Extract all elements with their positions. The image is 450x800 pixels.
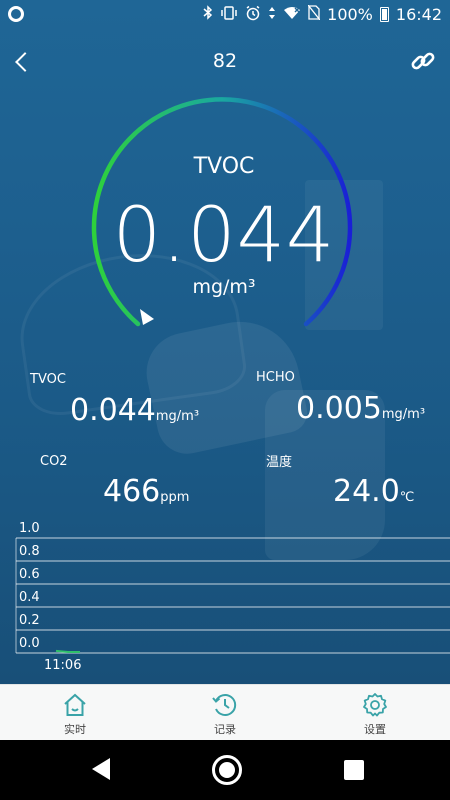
y-tick-label: 0.4 — [19, 590, 40, 605]
app-screen: 100% 16:42 82 TVOC 0.044 mg/m³ TVOC 0.04… — [0, 0, 450, 684]
tab-settings-label: 设置 — [364, 722, 386, 736]
header: 82 — [0, 40, 450, 84]
temperature-label: 温度 — [266, 455, 293, 470]
tab-settings[interactable]: 设置 — [300, 685, 450, 740]
clock: 16:42 — [395, 4, 442, 24]
gauge-label: TVOC — [193, 154, 255, 179]
chart-series-line — [55, 649, 80, 653]
camera-notification-icon — [8, 6, 24, 22]
y-tick-label: 0.8 — [19, 544, 40, 559]
co2-unit: ppm — [160, 490, 190, 505]
tvoc-value: 0.044 — [70, 393, 156, 428]
battery-percent: 100% — [327, 4, 373, 24]
temperature-value: 24.0 — [333, 474, 400, 509]
history-chart: 1.0 0.8 0.6 0.4 0.2 0.0 11:06 — [0, 520, 450, 680]
history-clock-icon — [212, 693, 237, 716]
vibrate-icon — [220, 5, 238, 23]
link-button[interactable] — [406, 44, 440, 78]
gear-icon — [363, 692, 387, 716]
tab-history-label: 记录 — [214, 722, 236, 736]
co2-reading: 466ppm — [103, 474, 189, 509]
system-nav-bar — [0, 740, 450, 800]
temperature-unit: ℃ — [399, 490, 415, 505]
battery-charging-icon — [379, 6, 389, 22]
y-tick-label: 0.6 — [19, 567, 40, 582]
y-tick-label: 1.0 — [19, 521, 40, 536]
y-tick-label: 0.0 — [19, 636, 40, 651]
hcho-value: 0.005 — [296, 391, 382, 426]
tvoc-gauge: TVOC 0.044 mg/m³ — [90, 92, 358, 342]
triangle-pointer-icon — [140, 309, 154, 325]
tab-realtime[interactable]: 实时 — [0, 685, 150, 740]
bottom-tab-bar: 实时 记录 设置 — [0, 684, 450, 740]
data-transfer-icon — [268, 6, 276, 23]
hcho-reading: 0.005mg/m³ — [296, 391, 425, 426]
wifi-icon — [283, 6, 301, 23]
status-bar: 100% 16:42 — [0, 0, 450, 28]
tab-realtime-label: 实时 — [64, 722, 86, 736]
home-icon — [64, 693, 86, 716]
hcho-unit: mg/m³ — [381, 407, 426, 422]
y-tick-label: 0.2 — [19, 613, 40, 628]
alarm-icon — [245, 5, 261, 24]
tab-history[interactable]: 记录 — [150, 685, 300, 740]
bluetooth-icon — [203, 5, 213, 23]
gauge-value: 0.044 — [112, 190, 336, 279]
hcho-label: HCHO — [256, 370, 295, 385]
nav-back-icon[interactable] — [92, 758, 110, 780]
co2-label: CO2 — [40, 454, 68, 469]
gauge-unit: mg/m³ — [192, 276, 256, 298]
tvoc-label: TVOC — [30, 372, 66, 387]
x-tick-label: 11:06 — [44, 658, 82, 673]
device-title: 82 — [212, 50, 238, 72]
nav-recent-apps-icon[interactable] — [344, 760, 364, 780]
chart-canvas — [15, 537, 450, 654]
no-sim-icon — [307, 4, 321, 23]
temperature-reading: 24.0℃ — [333, 474, 414, 509]
tvoc-reading: 0.044mg/m³ — [70, 393, 199, 428]
link-icon — [411, 52, 435, 70]
nav-home-icon[interactable] — [212, 755, 242, 785]
co2-value: 466 — [103, 474, 161, 509]
tvoc-unit: mg/m³ — [155, 409, 200, 424]
